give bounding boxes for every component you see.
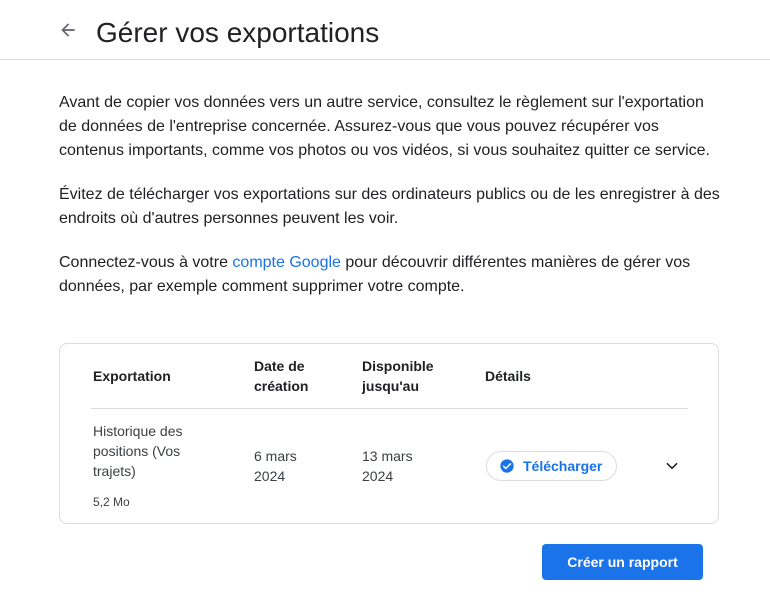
expand-row-button[interactable] (660, 454, 684, 478)
page-title: Gérer vos exportations (96, 17, 380, 48)
column-header-created: Date de création (254, 358, 309, 394)
intro-paragraph-1: Avant de copier vos données vers un autr… (59, 94, 710, 159)
intro-section: Avant de copier vos données vers un autr… (59, 91, 723, 319)
back-button[interactable] (52, 16, 84, 48)
export-size: 5,2 Mo (93, 495, 130, 509)
check-circle-icon (499, 458, 515, 474)
column-header-details: Détails (485, 368, 531, 384)
export-created-date: 6 mars 2024 (254, 448, 297, 484)
page-header: Gérer vos exportations (0, 0, 770, 60)
chevron-down-icon (665, 459, 679, 473)
intro-paragraph-3: Connectez-vous à votre compte Google pou… (59, 251, 723, 299)
export-name: Historique des positions (Vos trajets) (93, 423, 183, 479)
table-divider (91, 408, 688, 409)
create-report-button[interactable]: Créer un rapport (542, 544, 703, 580)
intro-text-before-link: Connectez-vous à votre (59, 254, 233, 271)
google-account-link[interactable]: compte Google (232, 254, 341, 271)
intro-paragraph-2: Évitez de télécharger vos exportations s… (59, 186, 720, 227)
exports-table: Exportation Date de création Disponible … (59, 343, 719, 524)
download-label: Télécharger (523, 458, 603, 474)
download-button[interactable]: Télécharger (486, 451, 618, 481)
column-header-export: Exportation (93, 368, 171, 384)
arrow-back-icon (58, 20, 78, 45)
export-available-date: 13 mars 2024 (362, 448, 413, 484)
column-header-available: Disponible jusqu'au (362, 358, 434, 394)
